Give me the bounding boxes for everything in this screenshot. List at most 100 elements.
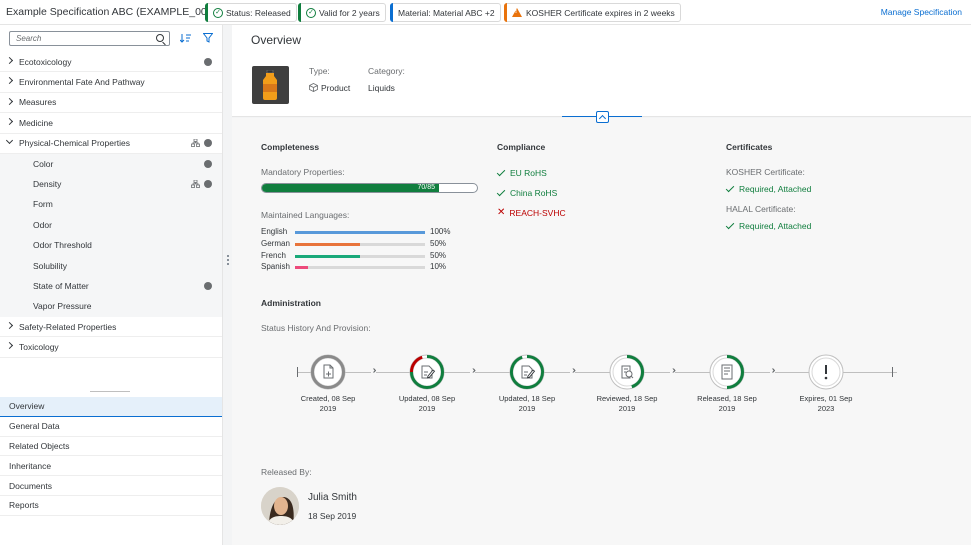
validity-tag[interactable]: ✓ Valid for 2 years [298,3,386,22]
timeline-step[interactable]: Released, 18 Sep 2019 [697,354,757,413]
property-tree: Ecotoxicology Environmental Fate And Path… [0,52,222,358]
cross-icon: ✕ [497,207,506,218]
timeline-step[interactable]: Expires, 01 Sep 2023 [800,354,852,413]
tree-item-label: Physical-Chemical Properties [19,138,131,149]
tree-child-item[interactable]: Color [0,153,222,175]
tree-group-item[interactable]: Toxicology [0,337,222,358]
tree-item-label: Form [33,199,53,210]
tree-group-item[interactable]: Medicine [0,113,222,134]
timeline-arrows-icon: ››› [370,365,377,376]
review-document-icon [609,354,645,390]
timeline-step-label: Reviewed, 18 Sep 2019 [596,394,658,413]
status-dot-icon [204,180,212,189]
main-content: Overview Type: Product Category: Liquids… [232,25,971,545]
released-by-name: Julia Smith [308,492,357,503]
tree-group-item[interactable]: Physical-Chemical Properties [0,133,222,154]
tree-child-item[interactable]: Form [0,194,222,216]
nav-item-general-data[interactable]: General Data [0,416,222,437]
timeline-step-label: Released, 18 Sep 2019 [697,394,757,413]
search-icon[interactable] [156,34,164,42]
panel-splitter[interactable] [0,387,223,397]
check-circle-icon: ✓ [213,7,223,18]
timeline-arrows-icon: ››› [769,365,776,376]
released-document-icon [709,354,745,390]
language-row: Spanish 10% [261,262,461,274]
collapse-header-button[interactable] [596,111,609,123]
certificate-status-label: Required, Attached [739,221,812,231]
timeline-step[interactable]: Reviewed, 18 Sep 2019 [597,354,657,413]
tree-child-item[interactable]: Solubility [0,255,222,277]
timeline-step[interactable]: Updated, 08 Sep 2019 [399,354,455,413]
tree-group-item[interactable]: Safety-Related Properties [0,317,222,338]
timeline-step[interactable]: Updated, 18 Sep 2019 [499,354,555,413]
tree-item-label: Solubility [33,260,68,271]
nav-item-documents[interactable]: Documents [0,476,222,496]
manage-specification-link[interactable]: Manage Specification [881,7,962,17]
nav-item-overview[interactable]: Overview [0,397,222,417]
chevron-right-icon[interactable] [5,56,14,65]
language-row: German 50% [261,239,461,251]
nav-item-reports[interactable]: Reports [0,495,222,516]
compliance-item[interactable]: China RoHS [496,187,558,198]
certificate-status-label: Required, Attached [739,184,812,194]
language-percent: 10% [430,262,447,272]
check-icon [725,183,735,192]
certificate-warning-label: KOSHER Certificate expires in 2 weeks [526,7,675,18]
tree-group-item[interactable]: Ecotoxicology [0,52,222,73]
app-header: Example Specification ABC (EXAMPLE_002) … [0,0,971,25]
chevron-right-icon[interactable] [5,77,14,85]
category-label: Category: [368,66,405,76]
nav-item-inheritance[interactable]: Inheritance [0,456,222,477]
check-circle-icon: ✓ [306,7,316,18]
status-dot-icon [204,57,212,66]
status-tag[interactable]: ✓ Status: Released [205,3,297,22]
overview-content: Completeness Mandatory Properties: 70/85… [232,118,971,545]
compliance-item-label: China RoHS [510,188,558,198]
status-dot-icon [204,281,212,290]
product-icon [309,83,318,94]
chevron-down-icon[interactable] [5,136,14,144]
tree-item-label: Odor [33,219,52,230]
compliance-item[interactable]: EU RoHS [496,167,547,178]
mandatory-properties-bar: 70/85 [261,183,478,193]
certificates-title: Certificates [726,142,773,152]
certificate-status[interactable]: Required, Attached [725,220,812,231]
chevron-right-icon[interactable] [5,342,14,350]
tree-item-label: Color [33,158,54,169]
chevron-right-icon[interactable] [5,97,14,105]
status-dot-icon [204,159,212,168]
tree-child-item[interactable]: Odor Threshold [0,235,222,256]
tree-item-label: Environmental Fate And Pathway [19,77,145,88]
language-percent: 100% [430,227,451,236]
released-by-date: 18 Sep 2019 [308,511,357,521]
tree-group-item[interactable]: Measures [0,92,222,114]
certificate-warning-tag[interactable]: ! KOSHER Certificate expires in 2 weeks [504,3,681,22]
search-input[interactable]: Search [9,31,170,46]
timeline-arrows-icon: ››› [670,365,676,376]
sort-icon[interactable] [179,33,191,43]
compliance-item-label: REACH-SVHC [509,208,566,218]
completeness-title: Completeness [261,142,320,152]
chevron-right-icon[interactable] [5,118,14,126]
language-progress-bar [295,254,425,258]
mandatory-properties-value: 70/85 [417,184,436,191]
timeline-step-label: Expires, 01 Sep 2023 [799,394,853,413]
tree-child-item[interactable]: State of Matter [0,276,222,297]
resize-handle[interactable] [227,255,229,295]
tree-child-item[interactable]: Odor [0,215,222,236]
material-tag[interactable]: Material: Material ABC +2 [390,3,501,22]
certificate-status[interactable]: Required, Attached [725,183,812,194]
check-icon [496,167,506,176]
compliance-item[interactable]: ✕ REACH-SVHC [497,207,566,219]
status-history-label: Status History And Provision: [261,323,371,333]
timeline-step[interactable]: Created, 08 Sep 2019 [301,354,355,413]
nav-item-related-objects[interactable]: Related Objects [0,436,222,457]
filter-icon[interactable] [202,33,214,45]
language-progress-bar [295,231,425,234]
tree-child-item[interactable]: Density [0,174,222,195]
tree-child-item[interactable]: Vapor Pressure [0,296,222,318]
tree-item-label: Vapor Pressure [33,301,92,312]
product-image [252,66,289,104]
chevron-right-icon[interactable] [5,322,14,330]
tree-group-item[interactable]: Environmental Fate And Pathway [0,72,222,93]
